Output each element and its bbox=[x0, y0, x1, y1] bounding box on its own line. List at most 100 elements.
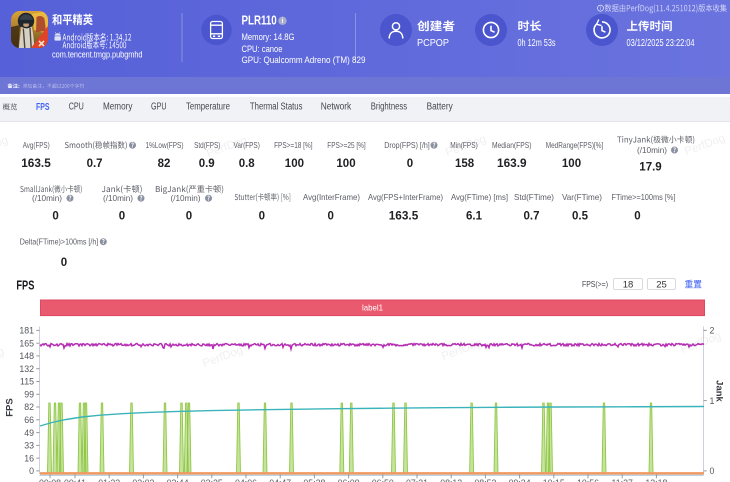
svg-text:163.9: 163.9 bbox=[497, 158, 527, 170]
svg-text:02:03: 02:03 bbox=[132, 478, 154, 482]
svg-text:0: 0 bbox=[259, 211, 265, 223]
svg-text:Avg(InterFrame): Avg(InterFrame) bbox=[303, 193, 360, 202]
svg-text:06:09: 06:09 bbox=[338, 478, 360, 482]
svg-text:03/12/2025 23:22:04: 03/12/2025 23:22:04 bbox=[627, 38, 695, 49]
svg-text:PerfDog: PerfDog bbox=[444, 133, 488, 159]
svg-text:Temperature: Temperature bbox=[186, 102, 230, 113]
svg-text:0: 0 bbox=[634, 211, 640, 223]
svg-text:CPU: canoe: CPU: canoe bbox=[242, 44, 283, 54]
svg-text:0.9: 0.9 bbox=[199, 158, 215, 170]
svg-text:10:56: 10:56 bbox=[577, 478, 599, 482]
svg-text:0: 0 bbox=[186, 211, 192, 223]
svg-text:i: i bbox=[282, 18, 284, 25]
svg-text:Avg(FPS+InterFrame): Avg(FPS+InterFrame) bbox=[368, 193, 443, 202]
svg-text:99: 99 bbox=[24, 390, 34, 400]
svg-text:18: 18 bbox=[623, 280, 634, 291]
svg-text:07:31: 07:31 bbox=[406, 478, 428, 482]
svg-text:115: 115 bbox=[20, 377, 34, 387]
svg-text:CPU: CPU bbox=[69, 102, 84, 113]
svg-text:82: 82 bbox=[24, 402, 34, 412]
svg-text:FPS: FPS bbox=[5, 398, 16, 416]
svg-text:0.7: 0.7 bbox=[87, 158, 103, 170]
svg-text:25: 25 bbox=[656, 280, 667, 291]
svg-text:1%Low(FPS): 1%Low(FPS) bbox=[146, 141, 184, 150]
svg-text:Battery: Battery bbox=[427, 102, 453, 113]
svg-text:(/10min): (/10min) bbox=[637, 146, 667, 155]
svg-text:04:47: 04:47 bbox=[269, 478, 291, 482]
svg-text:08:12: 08:12 bbox=[440, 478, 462, 482]
svg-text:Jank: Jank bbox=[714, 380, 725, 402]
svg-text:82: 82 bbox=[158, 158, 171, 170]
svg-text:(/10min): (/10min) bbox=[32, 194, 62, 203]
svg-text:163.5: 163.5 bbox=[21, 158, 51, 170]
svg-text:33: 33 bbox=[24, 441, 34, 451]
svg-text:0: 0 bbox=[119, 211, 125, 223]
svg-text:PerfDog: PerfDog bbox=[0, 345, 6, 371]
svg-text:0.7: 0.7 bbox=[524, 211, 540, 223]
svg-text:0h 12m 53s: 0h 12m 53s bbox=[518, 38, 556, 49]
svg-text:0: 0 bbox=[407, 158, 413, 170]
svg-text:163.5: 163.5 bbox=[389, 211, 419, 223]
svg-text:FPS>=25 [%]: FPS>=25 [%] bbox=[327, 141, 365, 150]
svg-text:0: 0 bbox=[327, 211, 333, 223]
svg-text:66: 66 bbox=[24, 415, 34, 425]
svg-text:PerfDog: PerfDog bbox=[201, 344, 245, 370]
svg-text:158: 158 bbox=[455, 158, 475, 170]
svg-text:Thermal Status: Thermal Status bbox=[250, 102, 303, 113]
svg-text:0.8: 0.8 bbox=[239, 158, 256, 170]
svg-text:09:34: 09:34 bbox=[509, 478, 531, 482]
svg-text:148: 148 bbox=[19, 351, 34, 361]
svg-text:GPU: GPU bbox=[151, 102, 167, 113]
svg-text:FPS: FPS bbox=[16, 279, 34, 293]
svg-text:label1: label1 bbox=[362, 303, 383, 313]
svg-text:MedRange(FPS)[%]: MedRange(FPS)[%] bbox=[546, 141, 604, 150]
svg-text:Var(FTime): Var(FTime) bbox=[562, 193, 602, 202]
svg-text:i: i bbox=[600, 6, 601, 12]
svg-text:0: 0 bbox=[52, 211, 58, 223]
svg-text:05:28: 05:28 bbox=[303, 478, 325, 482]
svg-text:04:06: 04:06 bbox=[235, 478, 257, 482]
svg-text:(/10min): (/10min) bbox=[170, 194, 200, 203]
svg-text:132: 132 bbox=[19, 364, 34, 374]
svg-text:181: 181 bbox=[19, 326, 34, 336]
svg-text:100: 100 bbox=[285, 158, 304, 170]
svg-text:00:08: 00:08 bbox=[39, 478, 61, 482]
svg-text:06:50: 06:50 bbox=[372, 478, 394, 482]
svg-text:165: 165 bbox=[19, 338, 34, 348]
svg-text:Avg(FTime) [ms]: Avg(FTime) [ms] bbox=[451, 193, 508, 202]
svg-text:0: 0 bbox=[61, 257, 67, 269]
svg-text:PerfDog: PerfDog bbox=[205, 134, 249, 160]
svg-text:PerfDog: PerfDog bbox=[679, 330, 723, 356]
svg-text:Delta(FTime)>100ms [/h]: Delta(FTime)>100ms [/h] bbox=[20, 238, 99, 247]
svg-text:100: 100 bbox=[336, 158, 355, 170]
svg-text:11:37: 11:37 bbox=[612, 478, 633, 482]
svg-text:PerfDog: PerfDog bbox=[0, 134, 10, 160]
svg-text:6.1: 6.1 bbox=[466, 211, 483, 223]
svg-text:PerfDog: PerfDog bbox=[440, 337, 484, 363]
svg-text:0.5: 0.5 bbox=[572, 211, 589, 223]
svg-text:12:18: 12:18 bbox=[645, 478, 667, 482]
svg-text:10:15: 10:15 bbox=[543, 478, 565, 482]
svg-text:FPS(>=): FPS(>=) bbox=[582, 279, 608, 289]
svg-text:Memory: 14.8G: Memory: 14.8G bbox=[242, 32, 295, 42]
svg-text:FPS: FPS bbox=[36, 102, 50, 113]
svg-text:Median(FPS): Median(FPS) bbox=[492, 141, 532, 150]
svg-text:01:22: 01:22 bbox=[98, 478, 120, 482]
svg-text:Std(FTime): Std(FTime) bbox=[514, 193, 554, 202]
svg-text:Drop(FPS) [/h]: Drop(FPS) [/h] bbox=[384, 141, 430, 150]
svg-text:PCPOP: PCPOP bbox=[417, 38, 449, 49]
svg-text:Brightness: Brightness bbox=[371, 102, 407, 113]
svg-text:com.tencent.tmgp.pubgmhd: com.tencent.tmgp.pubgmhd bbox=[52, 49, 143, 60]
svg-text:16: 16 bbox=[24, 453, 34, 463]
svg-text:PLR110: PLR110 bbox=[242, 14, 277, 28]
svg-text:02:44: 02:44 bbox=[167, 478, 189, 482]
svg-text:00:41: 00:41 bbox=[64, 478, 86, 482]
svg-text:49: 49 bbox=[24, 428, 34, 438]
svg-text:03:25: 03:25 bbox=[201, 478, 223, 482]
svg-text:0: 0 bbox=[710, 466, 715, 476]
svg-text:Memory: Memory bbox=[103, 102, 132, 113]
svg-text:Avg(FPS): Avg(FPS) bbox=[23, 141, 50, 150]
svg-text:(/10min): (/10min) bbox=[103, 194, 133, 203]
svg-text:08:53: 08:53 bbox=[474, 478, 496, 482]
svg-text:17.9: 17.9 bbox=[639, 162, 661, 174]
